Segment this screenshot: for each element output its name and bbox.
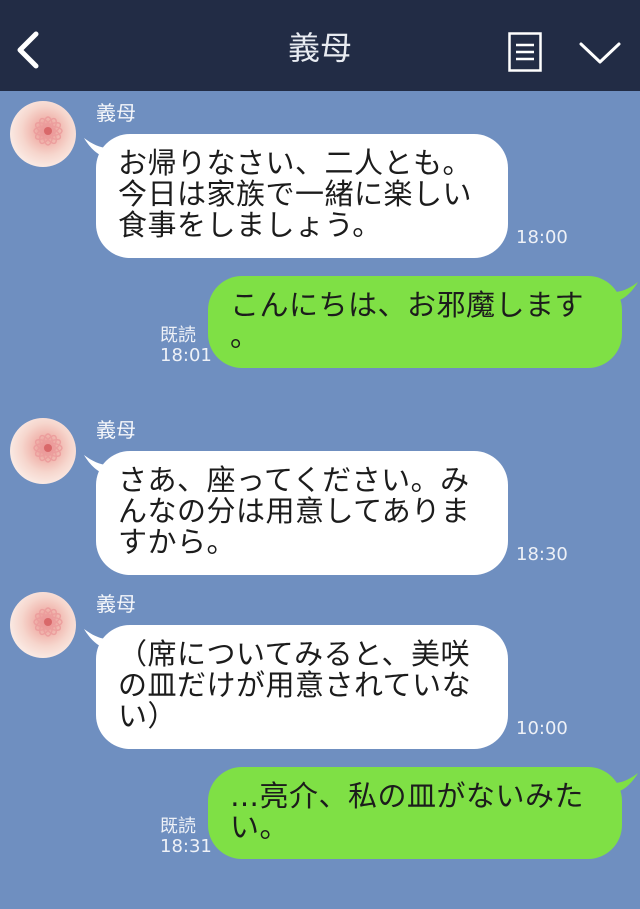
- flower-icon: [33, 607, 63, 637]
- message-time: 18:00: [516, 227, 568, 248]
- sender-name: 義母: [96, 418, 136, 442]
- read-label: 既読: [160, 325, 196, 346]
- message-time: 10:00: [516, 718, 568, 739]
- flower-icon: [33, 433, 63, 463]
- message-time: 18:31: [160, 836, 212, 857]
- avatar[interactable]: [10, 592, 76, 658]
- message-bubble-incoming[interactable]: さあ、座ってください。み んなの分は用意してありま すから。: [96, 451, 508, 575]
- menu-icon[interactable]: [508, 32, 542, 72]
- chat-title: 義母: [287, 29, 352, 67]
- sender-name: 義母: [96, 101, 136, 125]
- chevron-down-icon[interactable]: [578, 38, 622, 68]
- message-bubble-incoming[interactable]: （席についてみると、美咲 の皿だけが用意されていな い）: [96, 625, 508, 749]
- avatar[interactable]: [10, 418, 76, 484]
- read-receipt: 既読 18:01: [160, 326, 212, 366]
- message-time: 18:30: [516, 544, 568, 565]
- sender-name: 義母: [96, 592, 136, 616]
- read-label: 既読: [160, 816, 196, 837]
- flower-icon: [33, 116, 63, 146]
- message-bubble-outgoing[interactable]: こんにちは、お邪魔します 。: [208, 276, 622, 368]
- message-time: 18:01: [160, 345, 212, 366]
- avatar[interactable]: [10, 101, 76, 167]
- chat-header: 義母: [0, 0, 640, 91]
- message-bubble-incoming[interactable]: お帰りなさい、二人とも。 今日は家族で一緒に楽しい 食事をしましょう。: [96, 134, 508, 258]
- read-receipt: 既読 18:31: [160, 817, 212, 857]
- message-bubble-outgoing[interactable]: …亮介、私の皿がないみた い。: [208, 767, 622, 859]
